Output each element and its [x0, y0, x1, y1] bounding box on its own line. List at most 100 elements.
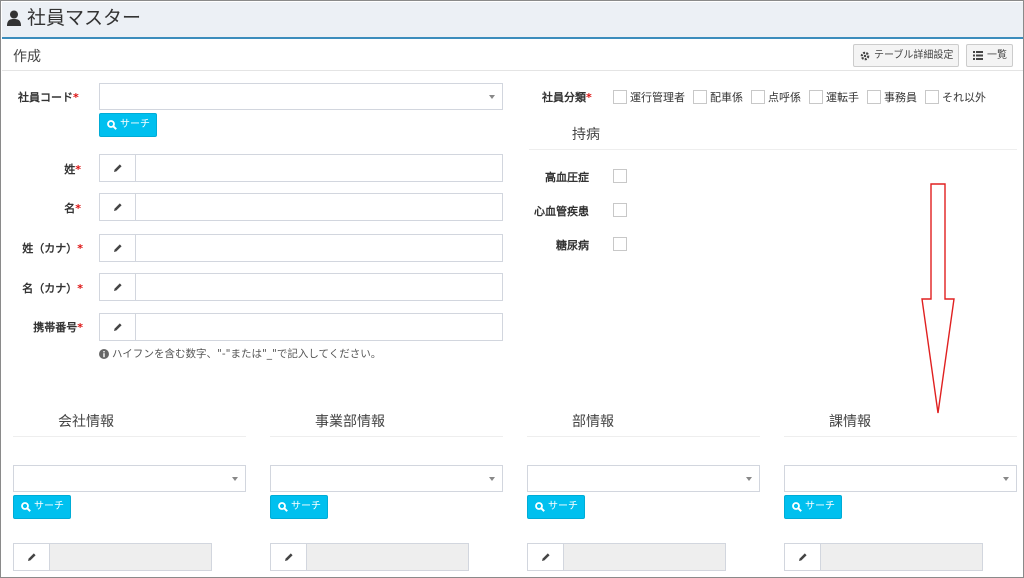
company-search-button[interactable]: サーチ	[13, 495, 71, 519]
division-readonly-group	[270, 543, 469, 571]
search-icon	[792, 502, 802, 512]
employee-type-option-3: 運転手	[826, 91, 859, 104]
annotation-arrow-icon	[921, 183, 955, 414]
department-readonly-group	[527, 543, 726, 571]
employee-type-checkbox-2[interactable]	[751, 90, 765, 104]
employee-type-checkbox-3[interactable]	[809, 90, 823, 104]
last-name-group	[99, 154, 503, 182]
illness-label-2: 糖尿病	[556, 239, 589, 252]
table-settings-button[interactable]: テーブル詳細設定	[853, 44, 960, 67]
company-readonly-group	[13, 543, 212, 571]
user-icon	[7, 10, 21, 26]
mobile-hint: ハイフンを含む数字、"-"または"_"で記入してください。	[99, 346, 381, 361]
required-mark: *	[73, 91, 79, 104]
chevron-down-icon	[232, 477, 238, 481]
chevron-down-icon	[746, 477, 752, 481]
first-name-kana-label: 名（カナ）*	[22, 282, 83, 295]
illness-title: 持病	[572, 127, 600, 143]
department-search-button[interactable]: サーチ	[527, 495, 585, 519]
pencil-icon	[28, 553, 36, 561]
pencil-icon	[799, 553, 807, 561]
list-icon	[973, 51, 983, 60]
employee-type-checkbox-0[interactable]	[613, 90, 627, 104]
department-select[interactable]	[527, 465, 760, 492]
pencil-addon	[13, 543, 50, 571]
employee-code-label: 社員コード*	[18, 91, 79, 104]
section-title-section: 課情報	[829, 414, 871, 430]
employee-type-option-0: 運行管理者	[630, 91, 685, 104]
section-select[interactable]	[784, 465, 1017, 492]
illness-checkbox-0[interactable]	[613, 169, 627, 183]
division-search-button[interactable]: サーチ	[270, 495, 328, 519]
panel-header: 作成 テーブル詳細設定 一覧	[2, 41, 1023, 71]
search-icon	[21, 502, 31, 512]
search-icon	[107, 120, 117, 130]
last-name-kana-input[interactable]	[135, 234, 503, 262]
pencil-icon	[114, 323, 122, 331]
pencil-icon	[114, 244, 122, 252]
section-readonly-group	[784, 543, 983, 571]
list-button[interactable]: 一覧	[966, 44, 1013, 67]
pencil-icon	[114, 203, 122, 211]
last-name-label: 姓*	[64, 163, 81, 176]
illness-label-1: 心血管疾患	[534, 205, 589, 218]
employee-type-checkbox-1[interactable]	[693, 90, 707, 104]
section-search-button[interactable]: サーチ	[784, 495, 842, 519]
employee-type-checkbox-5[interactable]	[925, 90, 939, 104]
employee-type-option-1: 配車係	[710, 91, 743, 104]
pencil-addon	[99, 154, 136, 182]
section-divider	[13, 436, 246, 437]
pencil-icon	[114, 164, 122, 172]
page-title: 社員マスター	[27, 7, 142, 29]
app-frame: 社員マスター 作成 テーブル詳細設定 一覧 社員コード* サーチ 姓* 名* 姓…	[0, 0, 1024, 578]
illness-divider	[529, 149, 1017, 150]
last-name-input[interactable]	[135, 154, 503, 182]
search-icon	[535, 502, 545, 512]
employee-code-select[interactable]	[99, 83, 503, 110]
pencil-icon	[542, 553, 550, 561]
employee-type-label: 社員分類*	[542, 91, 592, 104]
pencil-addon	[99, 313, 136, 341]
chevron-down-icon	[489, 477, 495, 481]
chevron-down-icon	[1003, 477, 1009, 481]
employee-type-checkbox-4[interactable]	[867, 90, 881, 104]
company-select[interactable]	[13, 465, 246, 492]
employee-type-option-2: 点呼係	[768, 91, 801, 104]
section-divider	[527, 436, 760, 437]
last-name-kana-group	[99, 234, 503, 262]
illness-checkbox-2[interactable]	[613, 237, 627, 251]
search-icon	[278, 502, 288, 512]
employee-type-option-4: 事務員	[884, 91, 917, 104]
mobile-group	[99, 313, 503, 341]
pencil-addon	[527, 543, 564, 571]
illness-checkbox-1[interactable]	[613, 203, 627, 217]
pencil-addon	[784, 543, 821, 571]
gear-icon	[860, 51, 870, 61]
first-name-kana-group	[99, 273, 503, 301]
pencil-addon	[270, 543, 307, 571]
page-header: 社員マスター	[2, 2, 1023, 39]
pencil-icon	[285, 553, 293, 561]
first-name-kana-input[interactable]	[135, 273, 503, 301]
section-title-department: 部情報	[572, 414, 614, 430]
chevron-down-icon	[489, 95, 495, 99]
pencil-addon	[99, 273, 136, 301]
first-name-input[interactable]	[135, 193, 503, 221]
list-label: 一覧	[987, 50, 1007, 61]
info-icon	[99, 349, 109, 359]
first-name-group	[99, 193, 503, 221]
employee-code-search-button[interactable]: サーチ	[99, 113, 157, 137]
division-readonly-field	[306, 543, 469, 571]
mobile-input[interactable]	[135, 313, 503, 341]
last-name-kana-label: 姓（カナ）*	[22, 242, 83, 255]
table-settings-label: テーブル詳細設定	[874, 50, 954, 61]
pencil-addon	[99, 234, 136, 262]
illness-label-0: 高血圧症	[545, 171, 589, 184]
division-select[interactable]	[270, 465, 503, 492]
panel-title: 作成	[13, 49, 41, 65]
section-title-division: 事業部情報	[315, 414, 385, 430]
pencil-addon	[99, 193, 136, 221]
employee-type-option-5: それ以外	[942, 91, 986, 104]
pencil-icon	[114, 283, 122, 291]
section-readonly-field	[820, 543, 983, 571]
